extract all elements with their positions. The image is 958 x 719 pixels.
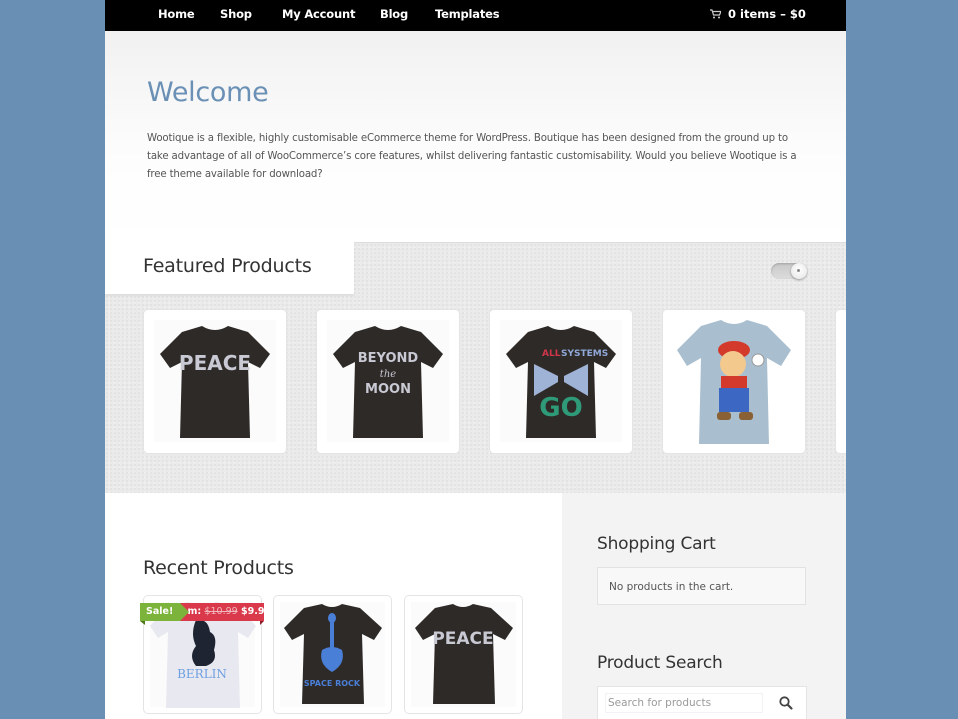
product-search-title: Product Search [597,653,723,673]
recent-product-card[interactable]: PEACE [405,596,522,713]
nav-home[interactable]: Home [158,7,195,21]
cart-widget: No products in the cart. [597,567,806,605]
featured-product-card[interactable] [663,310,805,453]
toggle-switch-icon[interactable] [771,263,807,279]
nav-blog[interactable]: Blog [380,7,408,21]
old-price: $10.99 [204,606,238,617]
svg-text:the: the [380,369,396,380]
featured-title: Featured Products [143,255,312,277]
header-cart-link[interactable]: 0 items – $0 [710,7,806,21]
welcome-title: Welcome [147,77,269,108]
featured-product-card[interactable]: ALL SYSTEMS GO [490,310,632,453]
nav-shop[interactable]: Shop [220,7,252,21]
page-container: Home Shop My Account Blog Templates 0 it… [105,0,846,719]
svg-text:MOON: MOON [365,382,411,397]
sale-price: $9.99 [241,606,272,617]
tshirt-peace-image: PEACE [154,320,276,442]
recent-products-section: Recent Products em: $10.99 $9.99 Sale! B… [105,493,562,719]
featured-product-card[interactable]: PEACE [144,310,286,453]
top-navigation: Home Shop My Account Blog Templates 0 it… [105,0,846,31]
svg-text:SYSTEMS: SYSTEMS [561,349,608,359]
featured-title-tab: Featured Products [105,242,354,294]
featured-products-section: Featured Products PEACE BEYOND the MOON [105,242,846,494]
svg-text:BEYOND: BEYOND [358,351,419,366]
recent-products-title: Recent Products [143,557,294,579]
nav-my-account[interactable]: My Account [282,7,355,21]
recent-product-card[interactable]: SPACE ROCK [274,596,391,713]
search-icon[interactable] [778,695,794,711]
welcome-section: Welcome Wootique is a flexible, highly c… [105,31,846,242]
toggle-knob[interactable] [791,263,807,279]
cart-summary: 0 items – $0 [728,7,806,21]
tshirt-mario-image [673,320,795,444]
cart-icon [710,9,721,19]
svg-text:SPACE ROCK: SPACE ROCK [304,679,361,688]
shopping-cart-title: Shopping Cart [597,534,716,554]
svg-text:ALL: ALL [542,349,561,359]
tshirt-beyond-the-moon-image: BEYOND the MOON [327,320,449,442]
featured-product-card[interactable]: BEYOND the MOON [317,310,459,453]
svg-text:PEACE: PEACE [179,351,251,375]
tshirt-peace-image: PEACE [411,602,516,707]
tshirt-space-rock-image: SPACE ROCK [280,602,385,707]
nav-templates[interactable]: Templates [435,7,500,21]
product-search-input[interactable] [605,693,763,713]
welcome-text: Wootique is a flexible, highly customisa… [147,133,797,180]
svg-text:PEACE: PEACE [432,629,493,649]
svg-text:BERLIN: BERLIN [177,667,227,681]
sale-badge: Sale! [140,603,189,625]
product-search-form [597,686,807,719]
svg-text:GO: GO [539,393,582,423]
sidebar: Shopping Cart No products in the cart. P… [562,493,846,719]
tshirt-all-systems-go-image: ALL SYSTEMS GO [500,320,622,442]
featured-product-card-partial[interactable] [836,310,846,453]
